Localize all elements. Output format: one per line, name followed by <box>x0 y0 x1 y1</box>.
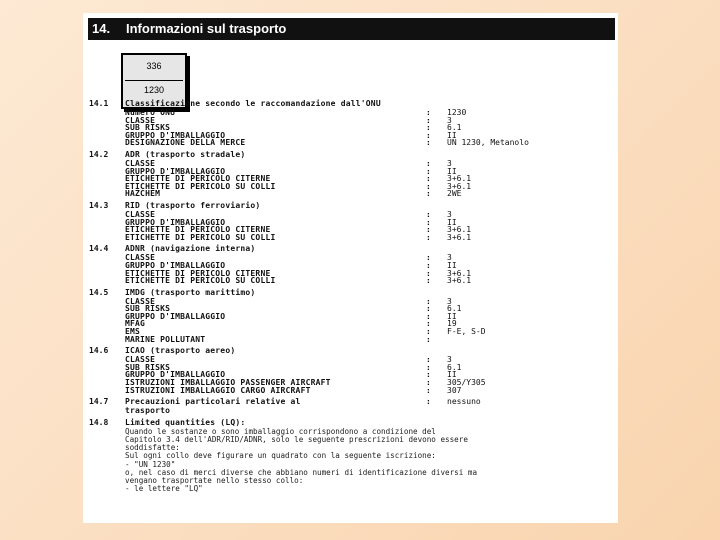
subsection-title-line2: trasporto <box>125 406 171 416</box>
field-value: 307 <box>447 385 462 395</box>
subsection-number: 14.5 <box>89 287 109 297</box>
field-row: MFAG:19 <box>83 320 618 328</box>
subsection-number: 14.7 <box>89 397 109 407</box>
subsection-title: ADNR (navigazione interna) <box>125 244 256 254</box>
field-label: ETICHETTE DI PERICOLO SU COLLI <box>125 276 276 286</box>
field-row: ETICHETTE DI PERICOLO SU COLLI: 3+6.1 <box>83 277 618 285</box>
subsection-14-5: 14.5 IMDG (trasporto marittimo) CLASSE:3 SU… <box>83 287 618 344</box>
document-page: 14. Informazioni sul trasporto 336 1230 … <box>83 13 618 523</box>
colon: : <box>426 397 431 407</box>
field-row: DESIGNAZIONE DELLA MERCE: UN 1230, Metano… <box>83 139 618 147</box>
subsection-header: 14.6 ICAO (trasporto aereo) <box>83 347 618 356</box>
colon: : <box>426 189 431 199</box>
subsection-number: 14.8 <box>89 417 109 427</box>
field-value: 3+6.1 <box>447 276 472 286</box>
field-value: UN 1230, Metanolo <box>447 138 529 148</box>
section-header-bar: 14. Informazioni sul trasporto <box>88 18 615 40</box>
field-row: ISTRUZIONI IMBALLAGGIO CARGO AIRCRAFT: 30… <box>83 385 618 395</box>
subsection-title: Precauzioni particolari relative al <box>125 397 301 407</box>
field-label: MARINE POLLUTANT <box>125 334 206 344</box>
field-row: Numero ONU:1230 <box>83 109 618 117</box>
colon: : <box>426 232 431 242</box>
field-value: 3+6.1 <box>447 232 472 242</box>
subsection-14-1: 14.1 Classificazione secondo le raccomand… <box>83 100 618 147</box>
subsection-title: Classificazione secondo le raccomandazio… <box>125 99 381 108</box>
field-row: ETICHETTE DI PERICOLO SU COLLI: 3+6.1 <box>83 232 618 242</box>
subsection-title: IMDG (trasporto marittimo) <box>125 287 256 297</box>
subsection-number: 14.3 <box>89 200 109 210</box>
subsection-number: 14.1 <box>89 99 109 108</box>
subsection-title-continued: trasporto <box>83 407 618 415</box>
colon: : <box>426 334 431 344</box>
subsection-title: Limited quantities (LQ): <box>125 417 246 427</box>
subsection-header: 14.5 IMDG (trasporto marittimo) <box>83 287 618 298</box>
field-label: ISTRUZIONI IMBALLAGGIO CARGO AIRCRAFT <box>125 385 311 395</box>
colon: : <box>426 276 431 286</box>
subsection-14-4: 14.4 ADNR (navigazione interna) CLASSE:3 GR… <box>83 245 618 285</box>
field-row: ETICHETTE DI PERICOLO SU COLLI:3+6.1 <box>83 182 618 191</box>
transport-info-content: 14.1 Classificazione secondo le raccomand… <box>83 100 618 493</box>
colon: : <box>426 385 431 395</box>
field-label: HAZCHEM <box>125 189 161 199</box>
subsection-title: RID (trasporto ferroviario) <box>125 200 261 210</box>
subsection-14-8: 14.8 Limited quantities (LQ): Quando le so… <box>83 417 618 494</box>
section-number: 14. <box>92 21 111 36</box>
subsection-value: nessuno <box>447 397 481 407</box>
subsection-title: ADR (trasporto stradale) <box>125 149 246 159</box>
subsection-14-6: 14.6 ICAO (trasporto aereo) CLASSE:3 SUB RI… <box>83 347 618 394</box>
field-row: MARINE POLLUTANT: <box>83 334 618 344</box>
subsection-number: 14.6 <box>89 346 109 356</box>
subsection-header: 14.3 RID (trasporto ferroviario) <box>83 200 618 211</box>
field-value: 2WE <box>447 189 462 199</box>
subsection-title: ICAO (trasporto aereo) <box>125 346 236 356</box>
field-label: DESIGNAZIONE DELLA MERCE <box>125 138 246 148</box>
field-row: GRUPPO D'IMBALLAGGIO: II <box>83 312 618 321</box>
colon: : <box>426 138 431 148</box>
plate-divider <box>125 80 183 81</box>
field-row: HAZCHEM: 2WE <box>83 190 618 198</box>
subsection-header: 14.2 ADR (trasporto stradale) <box>83 149 618 160</box>
hazard-id-number: 336 <box>146 61 162 71</box>
subsection-14-3: 14.3 RID (trasporto ferroviario) CLASSE:3 G… <box>83 200 618 242</box>
un-number: 1230 <box>143 85 165 95</box>
subsection-header: 14.4 ADNR (navigazione interna) <box>83 245 618 254</box>
subsection-number: 14.2 <box>89 149 109 159</box>
field-label: ETICHETTE DI PERICOLO SU COLLI <box>125 232 276 242</box>
subsection-14-2: 14.2 ADR (trasporto stradale) CLASSE:3 GRUP… <box>83 149 618 198</box>
subsection-number: 14.4 <box>89 244 109 254</box>
lq-notes: Quando le sostanze o sono imballaggio co… <box>83 427 618 494</box>
note-line: - le lettere "LQ" <box>125 484 203 494</box>
section-title: Informazioni sul trasporto <box>126 21 287 36</box>
subsection-14-7: 14.7 Precauzioni particolari relative al:… <box>83 398 618 415</box>
